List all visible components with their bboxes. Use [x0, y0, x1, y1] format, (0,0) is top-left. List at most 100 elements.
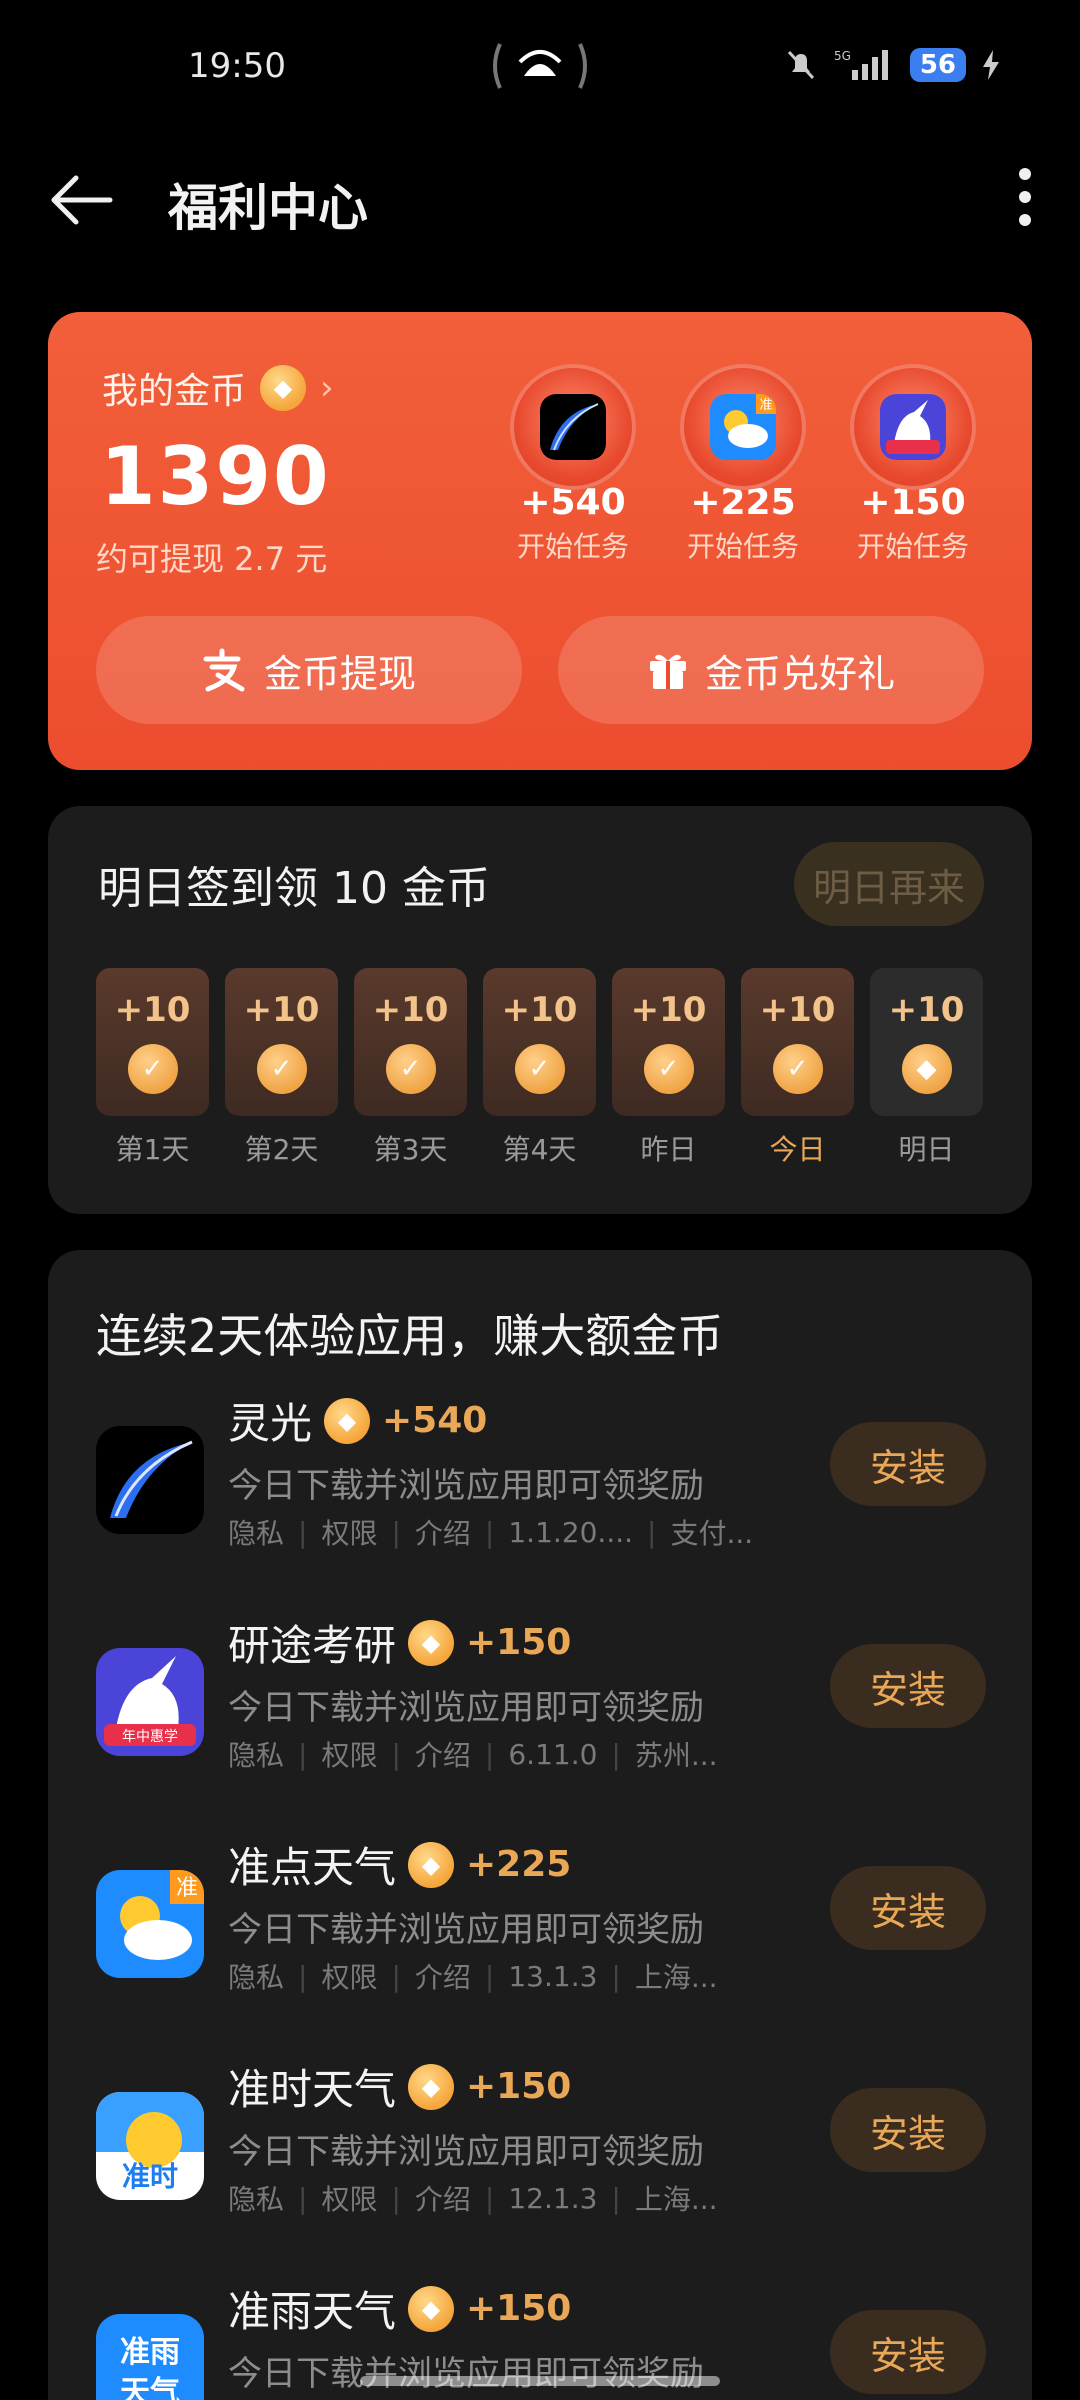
permissions-link[interactable]: 权限 — [321, 1512, 377, 1552]
install-button[interactable]: 安装 — [830, 2088, 986, 2172]
status-icons: 5G 56 — [784, 48, 1000, 82]
app-meta: 隐私 | 权限 | 介绍 | 1.1.20.... | 支付... — [228, 1512, 753, 1552]
come-back-tomorrow-button[interactable]: 明日再来 — [794, 842, 984, 926]
app-meta: 隐私 | 权限 | 介绍 | 13.1.3 | 上海... — [228, 1956, 718, 1996]
coin-icon: ◆ — [408, 1841, 455, 1888]
permissions-link[interactable]: 权限 — [321, 2178, 377, 2218]
app-header: 福利中心 — [0, 150, 1080, 250]
signal-5g-icon: 5G — [834, 49, 888, 80]
install-button[interactable]: 安装 — [830, 1644, 986, 1728]
app-trial-card: 连续2天体验应用，赚大额金币 灵光 ◆ +540 今日下载并浏览应用即可领奖励 … — [48, 1250, 1032, 2400]
privacy-link[interactable]: 隐私 — [228, 1956, 284, 1996]
privacy-link[interactable]: 隐私 — [228, 1734, 284, 1774]
coin-icon: ◆ — [408, 1619, 455, 1666]
permissions-link[interactable]: 权限 — [321, 1734, 377, 1774]
app-row-yantu: 年中惠学 研途考研 ◆ +150 今日下载并浏览应用即可领奖励 隐私 | 权限 | … — [96, 1612, 986, 1812]
task-bubble — [850, 364, 976, 490]
task-zhundian-weather[interactable]: 准 +225 开始任务 — [678, 364, 808, 565]
app-name: 准时天气 — [228, 2065, 397, 2114]
install-button[interactable]: 安装 — [830, 2310, 986, 2394]
coin-withdraw-button[interactable]: 金币提现 — [96, 616, 522, 724]
app-developer: 支付... — [670, 1517, 754, 1550]
check-icon: ✓ — [514, 1044, 565, 1094]
intro-link[interactable]: 介绍 — [415, 1956, 471, 1996]
app-meta: 隐私 | 权限 | 介绍 | 6.11.0 | 苏州... — [228, 1734, 718, 1774]
day-reward: +10 — [759, 990, 836, 1030]
sun-weather-app-icon: 准时 — [96, 2092, 204, 2200]
task-lingguang[interactable]: +540 开始任务 — [508, 364, 638, 565]
day-label: 今日 — [769, 1133, 826, 1166]
install-button[interactable]: 安装 — [830, 1422, 986, 1506]
day-label: 第2天 — [244, 1133, 319, 1166]
app-name-line: 准雨天气 ◆ +150 — [228, 2278, 571, 2339]
page-title: 福利中心 — [168, 179, 368, 237]
install-button[interactable]: 安装 — [830, 1866, 986, 1950]
unicorn-app-icon — [880, 394, 946, 460]
app-description: 今日下载并浏览应用即可领奖励 — [228, 2132, 704, 2172]
app-name: 研途考研 — [228, 1621, 397, 1670]
charging-icon — [983, 50, 999, 80]
day-reward: +10 — [888, 990, 965, 1030]
task-label: 开始任务 — [856, 530, 969, 563]
hotspot-indicator-icon — [493, 43, 587, 89]
app-name-line: 研途考研 ◆ +150 — [228, 1612, 571, 1673]
svg-text:5G: 5G — [834, 49, 851, 63]
app-reward: +150 — [466, 2288, 572, 2329]
more-options-icon[interactable] — [1010, 162, 1040, 232]
task-bubble — [510, 364, 636, 490]
check-icon: ✓ — [643, 1044, 694, 1094]
sign-in-day-tomorrow: +10 ◆ 明日 — [870, 968, 983, 1168]
svg-text:天气: 天气 — [120, 2375, 180, 2400]
rain-weather-app-icon: 准雨 天气 — [96, 2314, 204, 2400]
home-indicator[interactable] — [360, 2376, 720, 2386]
svg-text:准: 准 — [759, 398, 772, 413]
app-description: 今日下载并浏览应用即可领奖励 — [228, 1910, 704, 1950]
sign-in-day: +10 ✓ 第4天 — [483, 968, 596, 1168]
app-row-zhundian: 准 准点天气 ◆ +225 今日下载并浏览应用即可领奖励 隐私 | 权限 | 介绍 |… — [96, 1834, 986, 2034]
sign-in-day-today: +10 ✓ 今日 — [741, 968, 854, 1168]
intro-link[interactable]: 介绍 — [415, 1734, 471, 1774]
app-version: 1.1.20.... — [508, 1515, 634, 1549]
sign-in-day: +10 ✓ 昨日 — [612, 968, 725, 1168]
intro-link[interactable]: 介绍 — [415, 2178, 471, 2218]
coin-icon: ◆ — [408, 2063, 455, 2110]
sign-in-title: 明日签到领 10 金币 — [98, 863, 490, 914]
app-version: 12.1.3 — [508, 2181, 598, 2215]
back-arrow-icon[interactable] — [50, 172, 114, 228]
day-label: 第4天 — [502, 1133, 577, 1166]
app-meta: 隐私 | 权限 | 介绍 | 12.1.3 | 上海... — [228, 2178, 718, 2218]
day-reward: +10 — [630, 990, 707, 1030]
status-bar: 19:50 5G 56 — [0, 0, 1080, 130]
check-icon: ✓ — [772, 1044, 823, 1094]
sign-in-day: +10 ✓ 第3天 — [354, 968, 467, 1168]
coin-gift-button[interactable]: 金币兑好礼 — [558, 616, 984, 724]
app-name-line: 灵光 ◆ +540 — [228, 1390, 487, 1451]
privacy-link[interactable]: 隐私 — [228, 1512, 284, 1552]
coin-balance: 1390 — [100, 430, 331, 523]
permissions-link[interactable]: 权限 — [321, 1956, 377, 1996]
svg-text:准时: 准时 — [122, 2160, 178, 2193]
my-coins-link[interactable]: 我的金币 ◆ › — [102, 362, 334, 414]
my-coins-label: 我的金币 — [102, 371, 247, 412]
app-name-line: 准时天气 ◆ +150 — [228, 2056, 571, 2117]
app-developer: 上海... — [634, 2183, 718, 2216]
app-name: 灵光 — [228, 1399, 313, 1448]
privacy-link[interactable]: 隐私 — [228, 2178, 284, 2218]
check-icon: ✓ — [127, 1044, 178, 1094]
day-label: 明日 — [898, 1133, 955, 1166]
day-label: 昨日 — [640, 1133, 697, 1166]
gift-icon — [649, 654, 686, 689]
day-reward: +10 — [114, 990, 191, 1030]
task-yantu-kaoyan[interactable]: +150 开始任务 — [848, 364, 978, 565]
check-icon: ✓ — [385, 1044, 436, 1094]
app-name: 准雨天气 — [228, 2287, 397, 2336]
app-description: 今日下载并浏览应用即可领奖励 — [228, 1466, 704, 1506]
day-reward: +10 — [243, 990, 320, 1030]
intro-link[interactable]: 介绍 — [415, 1512, 471, 1552]
unicorn-app-icon: 年中惠学 — [96, 1648, 204, 1756]
mute-bell-icon — [787, 50, 814, 80]
withdraw-icon — [203, 648, 245, 692]
app-name-line: 准点天气 ◆ +225 — [228, 1834, 571, 1895]
coin-icon: ◆ — [901, 1044, 952, 1094]
app-version: 6.11.0 — [508, 1737, 598, 1771]
